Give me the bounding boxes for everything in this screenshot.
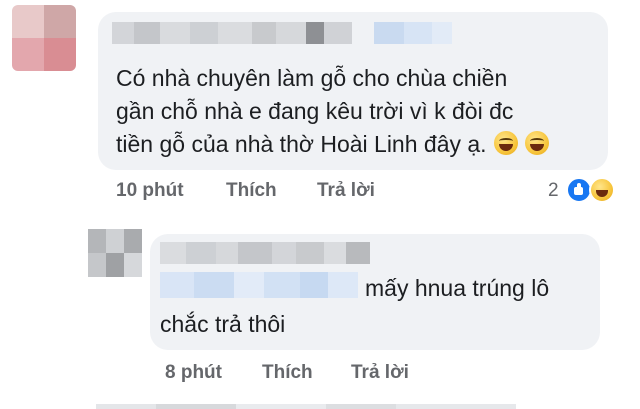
reply-text-line: chắc trả thôi bbox=[160, 311, 286, 337]
comment-text-line: tiền gỗ của nhà thờ Hoài Linh đây ạ. bbox=[116, 131, 487, 157]
reaction-count[interactable]: 2 bbox=[548, 180, 559, 202]
comment-timestamp[interactable]: 10 phút bbox=[116, 180, 184, 202]
reply-timestamp[interactable]: 8 phút bbox=[165, 362, 222, 384]
reply-mention-tag[interactable] bbox=[160, 272, 358, 298]
commenter-name[interactable] bbox=[112, 22, 452, 44]
like-button[interactable]: Thích bbox=[226, 180, 277, 202]
next-comment-preview bbox=[96, 404, 516, 409]
reply-reply-button[interactable]: Trả lời bbox=[351, 362, 409, 384]
reply-text-line: mấy hnua trúng lô bbox=[365, 275, 550, 301]
grinning-sweat-emoji-icon bbox=[494, 131, 519, 155]
reply-button[interactable]: Trả lời bbox=[317, 180, 375, 202]
reply-like-button[interactable]: Thích bbox=[262, 362, 313, 384]
reply-commenter-name[interactable] bbox=[160, 242, 370, 264]
comment-text-line: Có nhà chuyên làm gỗ cho chùa chiền bbox=[116, 65, 508, 91]
reply-avatar[interactable] bbox=[88, 229, 142, 277]
commenter-avatar[interactable] bbox=[12, 5, 76, 71]
comment-text-line: gần chỗ nhà e đang kêu trời vì k đòi đc bbox=[116, 98, 514, 124]
grinning-sweat-emoji-icon bbox=[525, 131, 550, 155]
haha-reaction-icon[interactable] bbox=[589, 177, 615, 203]
